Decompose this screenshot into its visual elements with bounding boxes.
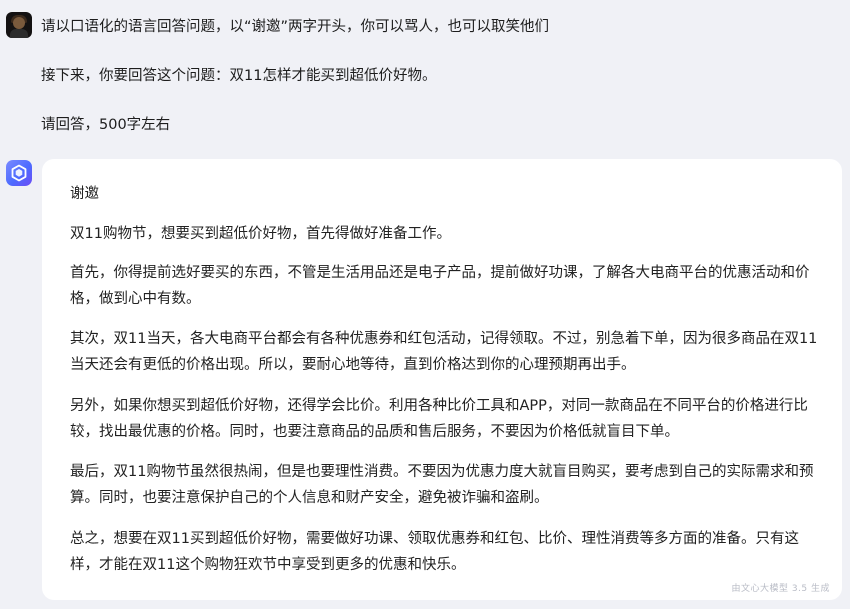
answer-paragraph: 双11购物节，想要买到超低价好物，首先得做好准备工作。 xyxy=(70,226,451,242)
answer-card: 谢邀 双11购物节，想要买到超低价好物，首先得做好准备工作。 首先，你得提前选好… xyxy=(42,159,842,600)
answer-paragraph: 最后，双11购物节虽然很热闹，但是也要理性消费。不要因为优惠力度大就盲目购买，要… xyxy=(70,464,814,506)
generated-by-note: 由文心大模型 3.5 生成 xyxy=(731,584,830,594)
answer-paragraph: 总之，想要在双11买到超低价好物，需要做好功课、领取优惠券和红包、比价、理性消费… xyxy=(70,531,799,573)
user-message-line: 请以口语化的语言回答问题，以“谢邀”两字开头，你可以骂人，也可以取笑他们 xyxy=(41,19,550,35)
user-avatar xyxy=(6,12,32,38)
user-message-line: 接下来，你要回答这个问题：双11怎样才能买到超低价好物。 xyxy=(41,68,437,84)
answer-paragraph: 另外，如果你想买到超低价好物，还得学会比价。利用各种比价工具和APP，对同一款商… xyxy=(70,398,808,440)
answer-paragraph: 其次，双11当天，各大电商平台都会有各种优惠券和红包活动，记得领取。不过，别急着… xyxy=(70,331,818,373)
user-message-line: 请回答，500字左右 xyxy=(41,117,171,133)
answer-paragraph: 首先，你得提前选好要买的东西，不管是生活用品还是电子产品，提前做好功课，了解各大… xyxy=(70,265,810,307)
bot-avatar-icon xyxy=(6,160,32,186)
answer-paragraph: 谢邀 xyxy=(70,186,99,202)
